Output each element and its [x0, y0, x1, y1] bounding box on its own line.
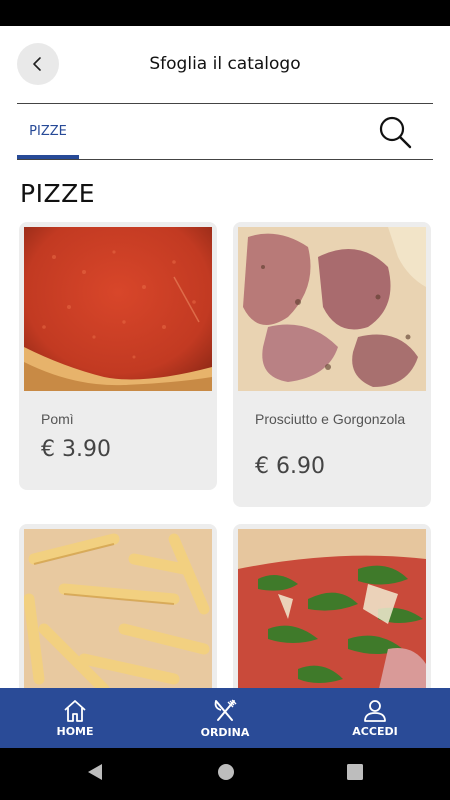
search-button[interactable]: [377, 114, 413, 150]
pizza-photo: [24, 227, 212, 391]
search-icon: [379, 116, 412, 149]
recents-square-icon[interactable]: [346, 762, 364, 782]
nav-ordina[interactable]: ORDINA: [150, 688, 300, 748]
system-navigation-bar: [0, 748, 450, 800]
home-circle-icon[interactable]: [216, 762, 236, 782]
product-price: € 3.90: [41, 437, 111, 462]
pizza-photo: [238, 227, 426, 391]
nav-label: ORDINA: [200, 725, 250, 739]
nav-label: ACCEDI: [352, 724, 398, 738]
product-card-pomi[interactable]: Pomì € 3.90: [19, 222, 217, 490]
product-card-prosciutto-gorgonzola[interactable]: Prosciutto e Gorgonzola € 6.90: [233, 222, 431, 507]
home-icon: [64, 699, 86, 722]
fork-knife-icon: [214, 699, 237, 721]
product-name: Pomì: [41, 411, 74, 427]
product-name: Prosciutto e Gorgonzola: [255, 411, 406, 427]
pizza-photo: [238, 529, 426, 693]
status-bar: [0, 0, 450, 26]
header: Sfoglia il catalogo: [0, 26, 450, 104]
nav-accedi[interactable]: ACCEDI: [300, 688, 450, 748]
section-title: PIZZE: [20, 179, 95, 208]
product-price: € 6.90: [255, 454, 325, 479]
user-icon: [364, 699, 386, 722]
tab-pizze[interactable]: PIZZE: [17, 104, 79, 159]
divider: [17, 159, 433, 160]
bottom-navigation: HOME ORDINA ACCEDI: [0, 688, 450, 748]
page-title: Sfoglia il catalogo: [149, 54, 301, 74]
pizza-photo: [24, 529, 212, 693]
nav-home[interactable]: HOME: [0, 688, 150, 748]
nav-label: HOME: [56, 724, 94, 738]
category-tabs: PIZZE: [17, 104, 433, 160]
back-triangle-icon[interactable]: [86, 762, 104, 782]
